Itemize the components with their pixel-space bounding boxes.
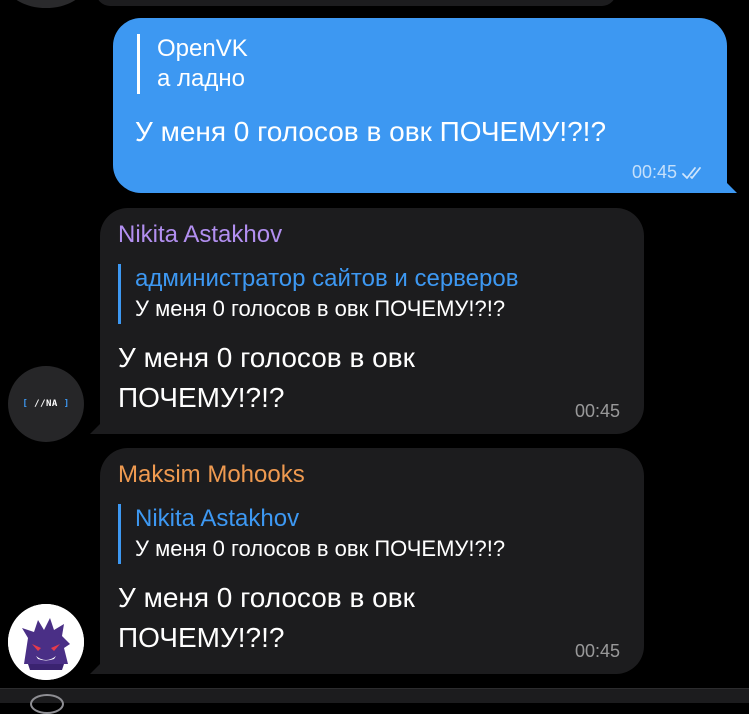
reply-author: Nikita Astakhov (135, 505, 300, 532)
outgoing-message-bubble[interactable]: OpenVK а ладно У меня 0 голосов в овк ПО… (113, 18, 737, 193)
sender-name[interactable]: Maksim Mohooks (118, 460, 624, 490)
message-input-bar[interactable] (0, 688, 749, 703)
sender-name[interactable]: Nikita Astakhov (118, 220, 624, 250)
reply-quote[interactable]: OpenVK а ладно (137, 34, 707, 94)
message-time: 00:45 (574, 401, 620, 421)
incoming-message-bubble[interactable]: Maksim Mohooks Nikita Astakhov У меня 0 … (90, 448, 644, 674)
previous-avatar-fragment (8, 0, 84, 8)
message-time: 00:45 (574, 641, 620, 661)
message-text: У меня 0 голосов в овк ПОЧЕМУ!?!? (135, 116, 607, 147)
double-check-icon (681, 165, 705, 181)
avatar[interactable]: [ //NA ] (8, 366, 84, 442)
message-time: 00:45 (631, 162, 677, 182)
reply-author: администратор сайтов и серверов (135, 265, 519, 292)
attach-icon[interactable] (30, 694, 64, 714)
gengar-avatar-icon[interactable] (8, 604, 84, 680)
reply-quote[interactable]: Nikita Astakhov У меня 0 голосов в овк П… (118, 504, 624, 564)
reply-text: а ладно (157, 65, 245, 92)
reply-text: У меня 0 голосов в овк ПОЧЕМУ!?!? (135, 296, 506, 321)
avatar-initials: //NA (34, 399, 58, 409)
incoming-message-bubble[interactable]: Nikita Astakhov администратор сайтов и с… (90, 208, 644, 434)
reply-text: У меня 0 голосов в овк ПОЧЕМУ!?!? (135, 536, 506, 561)
message-text: У меня 0 голосов в овк ПОЧЕМУ!?!? (118, 342, 415, 413)
avatar-bracket-left: [ (22, 399, 29, 409)
bubble-tail (715, 171, 737, 193)
bubble-tail (90, 652, 112, 674)
avatar-logo: [ //NA ] (22, 399, 69, 409)
avatar-bracket-right: ] (63, 399, 70, 409)
previous-message-fragment (96, 0, 616, 6)
message-meta: 00:45 (632, 162, 705, 183)
reply-author: OpenVK (157, 35, 248, 62)
bubble-tail (90, 412, 112, 434)
reply-quote[interactable]: администратор сайтов и серверов У меня 0… (118, 264, 624, 324)
message-text: У меня 0 голосов в овк ПОЧЕМУ!?!? (118, 582, 415, 653)
